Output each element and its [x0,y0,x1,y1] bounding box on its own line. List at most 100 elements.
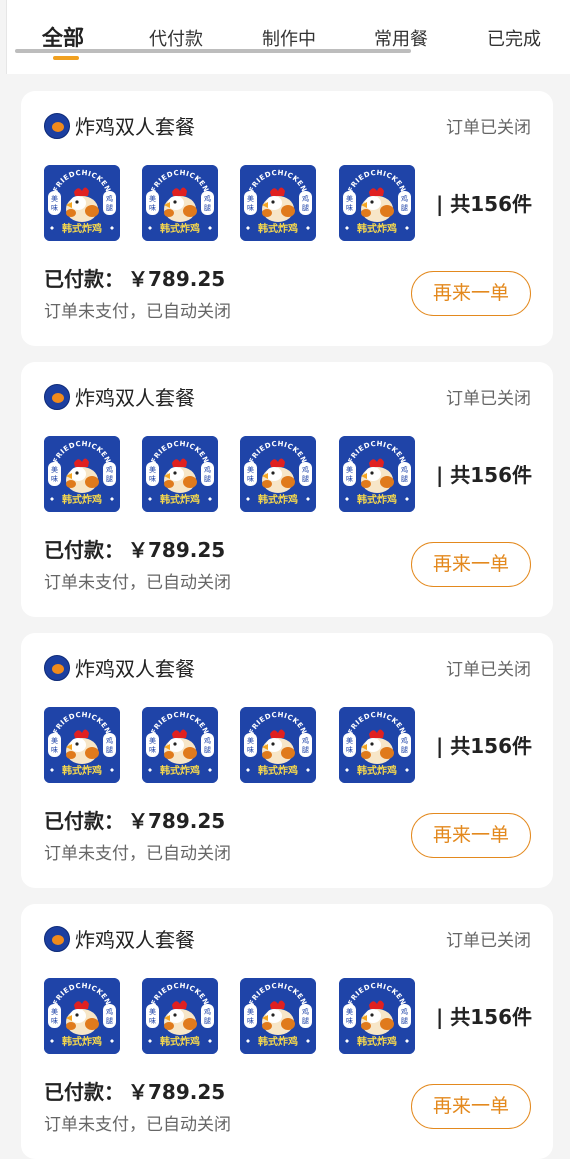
thumb-side-left-bottom: 味 [346,745,353,754]
thumb-side-right-bottom: 腿 [204,1017,211,1025]
product-thumbnail[interactable]: FRIEDCHICKEN 美 味 鸡 腿 韩式炸鸡 [44,165,120,241]
thumb-side-right-bottom: 腿 [302,204,309,212]
thumb-side-left-top: 美 [346,465,353,474]
thumb-side-left-top: 美 [247,1007,254,1016]
thumb-banner: 韩式炸鸡 [62,493,102,506]
thumb-side-left-top: 美 [346,1007,353,1016]
thumb-side-left-bottom: 味 [149,1016,156,1025]
store-logo-icon [44,655,70,681]
item-count: | 共156件 [436,734,533,758]
thumb-side-left-bottom: 味 [247,203,254,212]
product-thumbnail[interactable]: FRIEDCHICKEN 美 味 鸡 腿 韩式炸鸡 [44,707,120,783]
thumb-side-left-bottom: 味 [51,474,58,483]
thumb-side-right-bottom: 腿 [106,746,113,754]
thumb-side-right-bottom: 腿 [106,475,113,483]
paid-label: 已付款： [44,1080,124,1104]
paid-amount: ￥789.25 [128,1080,226,1104]
order-card[interactable]: 炸鸡双人套餐 订单已关闭 FRIEDCHICKEN 美 味 鸡 腿 韩式炸鸡 F… [21,904,553,1159]
product-thumbnail[interactable]: FRIEDCHICKEN 美 味 鸡 腿 韩式炸鸡 [142,436,218,512]
thumb-side-right-top: 鸡 [401,194,408,203]
thumb-side-right-bottom: 腿 [302,475,309,483]
order-status: 订单已关闭 [446,660,531,680]
fried-chicken-logo-icon: FRIEDCHICKEN 美 味 鸡 腿 韩式炸鸡 [240,436,316,512]
reorder-button[interactable]: 再来一单 [411,271,531,316]
thumb-side-left-top: 美 [51,1007,58,1016]
fried-chicken-logo-icon: FRIEDCHICKEN 美 味 鸡 腿 韩式炸鸡 [142,707,218,783]
thumb-side-right-top: 鸡 [106,465,113,474]
reorder-button[interactable]: 再来一单 [411,813,531,858]
thumb-side-left-bottom: 味 [247,1016,254,1025]
order-status: 订单已关闭 [446,118,531,138]
fried-chicken-logo-icon: FRIEDCHICKEN 美 味 鸡 腿 韩式炸鸡 [142,436,218,512]
paid-row: 已付款： ￥789.25 [44,807,225,835]
paid-row: 已付款： ￥789.25 [44,265,225,293]
thumb-side-right-bottom: 腿 [204,204,211,212]
thumb-side-left-bottom: 味 [51,1016,58,1025]
tab-all[interactable]: 全部 [42,26,84,50]
thumb-banner: 韩式炸鸡 [62,222,102,235]
product-thumbnail[interactable]: FRIEDCHICKEN 美 味 鸡 腿 韩式炸鸡 [240,707,316,783]
thumb-side-right-top: 鸡 [401,736,408,745]
store-logo-icon [44,926,70,952]
product-thumbnail[interactable]: FRIEDCHICKEN 美 味 鸡 腿 韩式炸鸡 [240,165,316,241]
fried-chicken-logo-icon: FRIEDCHICKEN 美 味 鸡 腿 韩式炸鸡 [142,165,218,241]
fried-chicken-logo-icon: FRIEDCHICKEN 美 味 鸡 腿 韩式炸鸡 [240,165,316,241]
thumb-side-left-top: 美 [346,194,353,203]
paid-amount: ￥789.25 [128,809,226,833]
paid-row: 已付款： ￥789.25 [44,536,225,564]
thumb-banner: 韩式炸鸡 [357,764,397,777]
product-thumbnail[interactable]: FRIEDCHICKEN 美 味 鸡 腿 韩式炸鸡 [44,436,120,512]
store-name: 炸鸡双人套餐 [75,657,195,681]
thumb-side-left-top: 美 [149,1007,156,1016]
thumb-banner: 韩式炸鸡 [160,222,200,235]
order-note: 订单未支付，已自动关闭 [44,1115,231,1135]
order-status: 订单已关闭 [446,931,531,951]
thumb-banner: 韩式炸鸡 [357,222,397,235]
product-thumbnail[interactable]: FRIEDCHICKEN 美 味 鸡 腿 韩式炸鸡 [142,978,218,1054]
order-card[interactable]: 炸鸡双人套餐 订单已关闭 FRIEDCHICKEN 美 味 鸡 腿 韩式炸鸡 F… [21,91,553,346]
thumb-banner: 韩式炸鸡 [258,1035,298,1048]
product-thumbnail[interactable]: FRIEDCHICKEN 美 味 鸡 腿 韩式炸鸡 [44,978,120,1054]
fried-chicken-logo-icon: FRIEDCHICKEN 美 味 鸡 腿 韩式炸鸡 [142,978,218,1054]
thumb-side-right-top: 鸡 [204,736,211,745]
thumb-side-right-top: 鸡 [106,736,113,745]
tabs-scrollbar[interactable] [15,49,411,53]
product-thumbnail[interactable]: FRIEDCHICKEN 美 味 鸡 腿 韩式炸鸡 [339,707,415,783]
product-thumbnail[interactable]: FRIEDCHICKEN 美 味 鸡 腿 韩式炸鸡 [142,165,218,241]
product-thumbnail[interactable]: FRIEDCHICKEN 美 味 鸡 腿 韩式炸鸡 [240,436,316,512]
product-thumbnail[interactable]: FRIEDCHICKEN 美 味 鸡 腿 韩式炸鸡 [240,978,316,1054]
order-status: 订单已关闭 [446,389,531,409]
paid-label: 已付款： [44,267,124,291]
fried-chicken-logo-icon: FRIEDCHICKEN 美 味 鸡 腿 韩式炸鸡 [339,978,415,1054]
fried-chicken-logo-icon: FRIEDCHICKEN 美 味 鸡 腿 韩式炸鸡 [240,707,316,783]
thumb-side-right-top: 鸡 [204,1007,211,1016]
order-card[interactable]: 炸鸡双人套餐 订单已关闭 FRIEDCHICKEN 美 味 鸡 腿 韩式炸鸡 F… [21,633,553,888]
product-thumbnail[interactable]: FRIEDCHICKEN 美 味 鸡 腿 韩式炸鸡 [339,436,415,512]
paid-amount: ￥789.25 [128,538,226,562]
fried-chicken-logo-icon: FRIEDCHICKEN 美 味 鸡 腿 韩式炸鸡 [44,978,120,1054]
paid-label: 已付款： [44,809,124,833]
order-note: 订单未支付，已自动关闭 [44,573,231,593]
product-thumbnail[interactable]: FRIEDCHICKEN 美 味 鸡 腿 韩式炸鸡 [142,707,218,783]
item-count: | 共156件 [436,192,533,216]
order-card[interactable]: 炸鸡双人套餐 订单已关闭 FRIEDCHICKEN 美 味 鸡 腿 韩式炸鸡 F… [21,362,553,617]
paid-row: 已付款： ￥789.25 [44,1078,225,1106]
tab-completed[interactable]: 已完成 [487,28,541,52]
thumb-side-left-top: 美 [149,194,156,203]
thumb-side-right-top: 鸡 [302,736,309,745]
reorder-button[interactable]: 再来一单 [411,1084,531,1129]
thumb-side-left-top: 美 [149,736,156,745]
product-thumbnail[interactable]: FRIEDCHICKEN 美 味 鸡 腿 韩式炸鸡 [339,978,415,1054]
thumb-banner: 韩式炸鸡 [62,1035,102,1048]
thumb-side-right-top: 鸡 [106,194,113,203]
thumb-banner: 韩式炸鸡 [160,764,200,777]
thumb-side-left-top: 美 [51,194,58,203]
reorder-button[interactable]: 再来一单 [411,542,531,587]
thumb-side-left-top: 美 [51,465,58,474]
fried-chicken-logo-icon: FRIEDCHICKEN 美 味 鸡 腿 韩式炸鸡 [240,978,316,1054]
fried-chicken-logo-icon: FRIEDCHICKEN 美 味 鸡 腿 韩式炸鸡 [44,707,120,783]
thumb-side-left-bottom: 味 [346,1016,353,1025]
thumb-side-right-top: 鸡 [302,465,309,474]
thumb-side-right-bottom: 腿 [401,746,408,754]
product-thumbnail[interactable]: FRIEDCHICKEN 美 味 鸡 腿 韩式炸鸡 [339,165,415,241]
